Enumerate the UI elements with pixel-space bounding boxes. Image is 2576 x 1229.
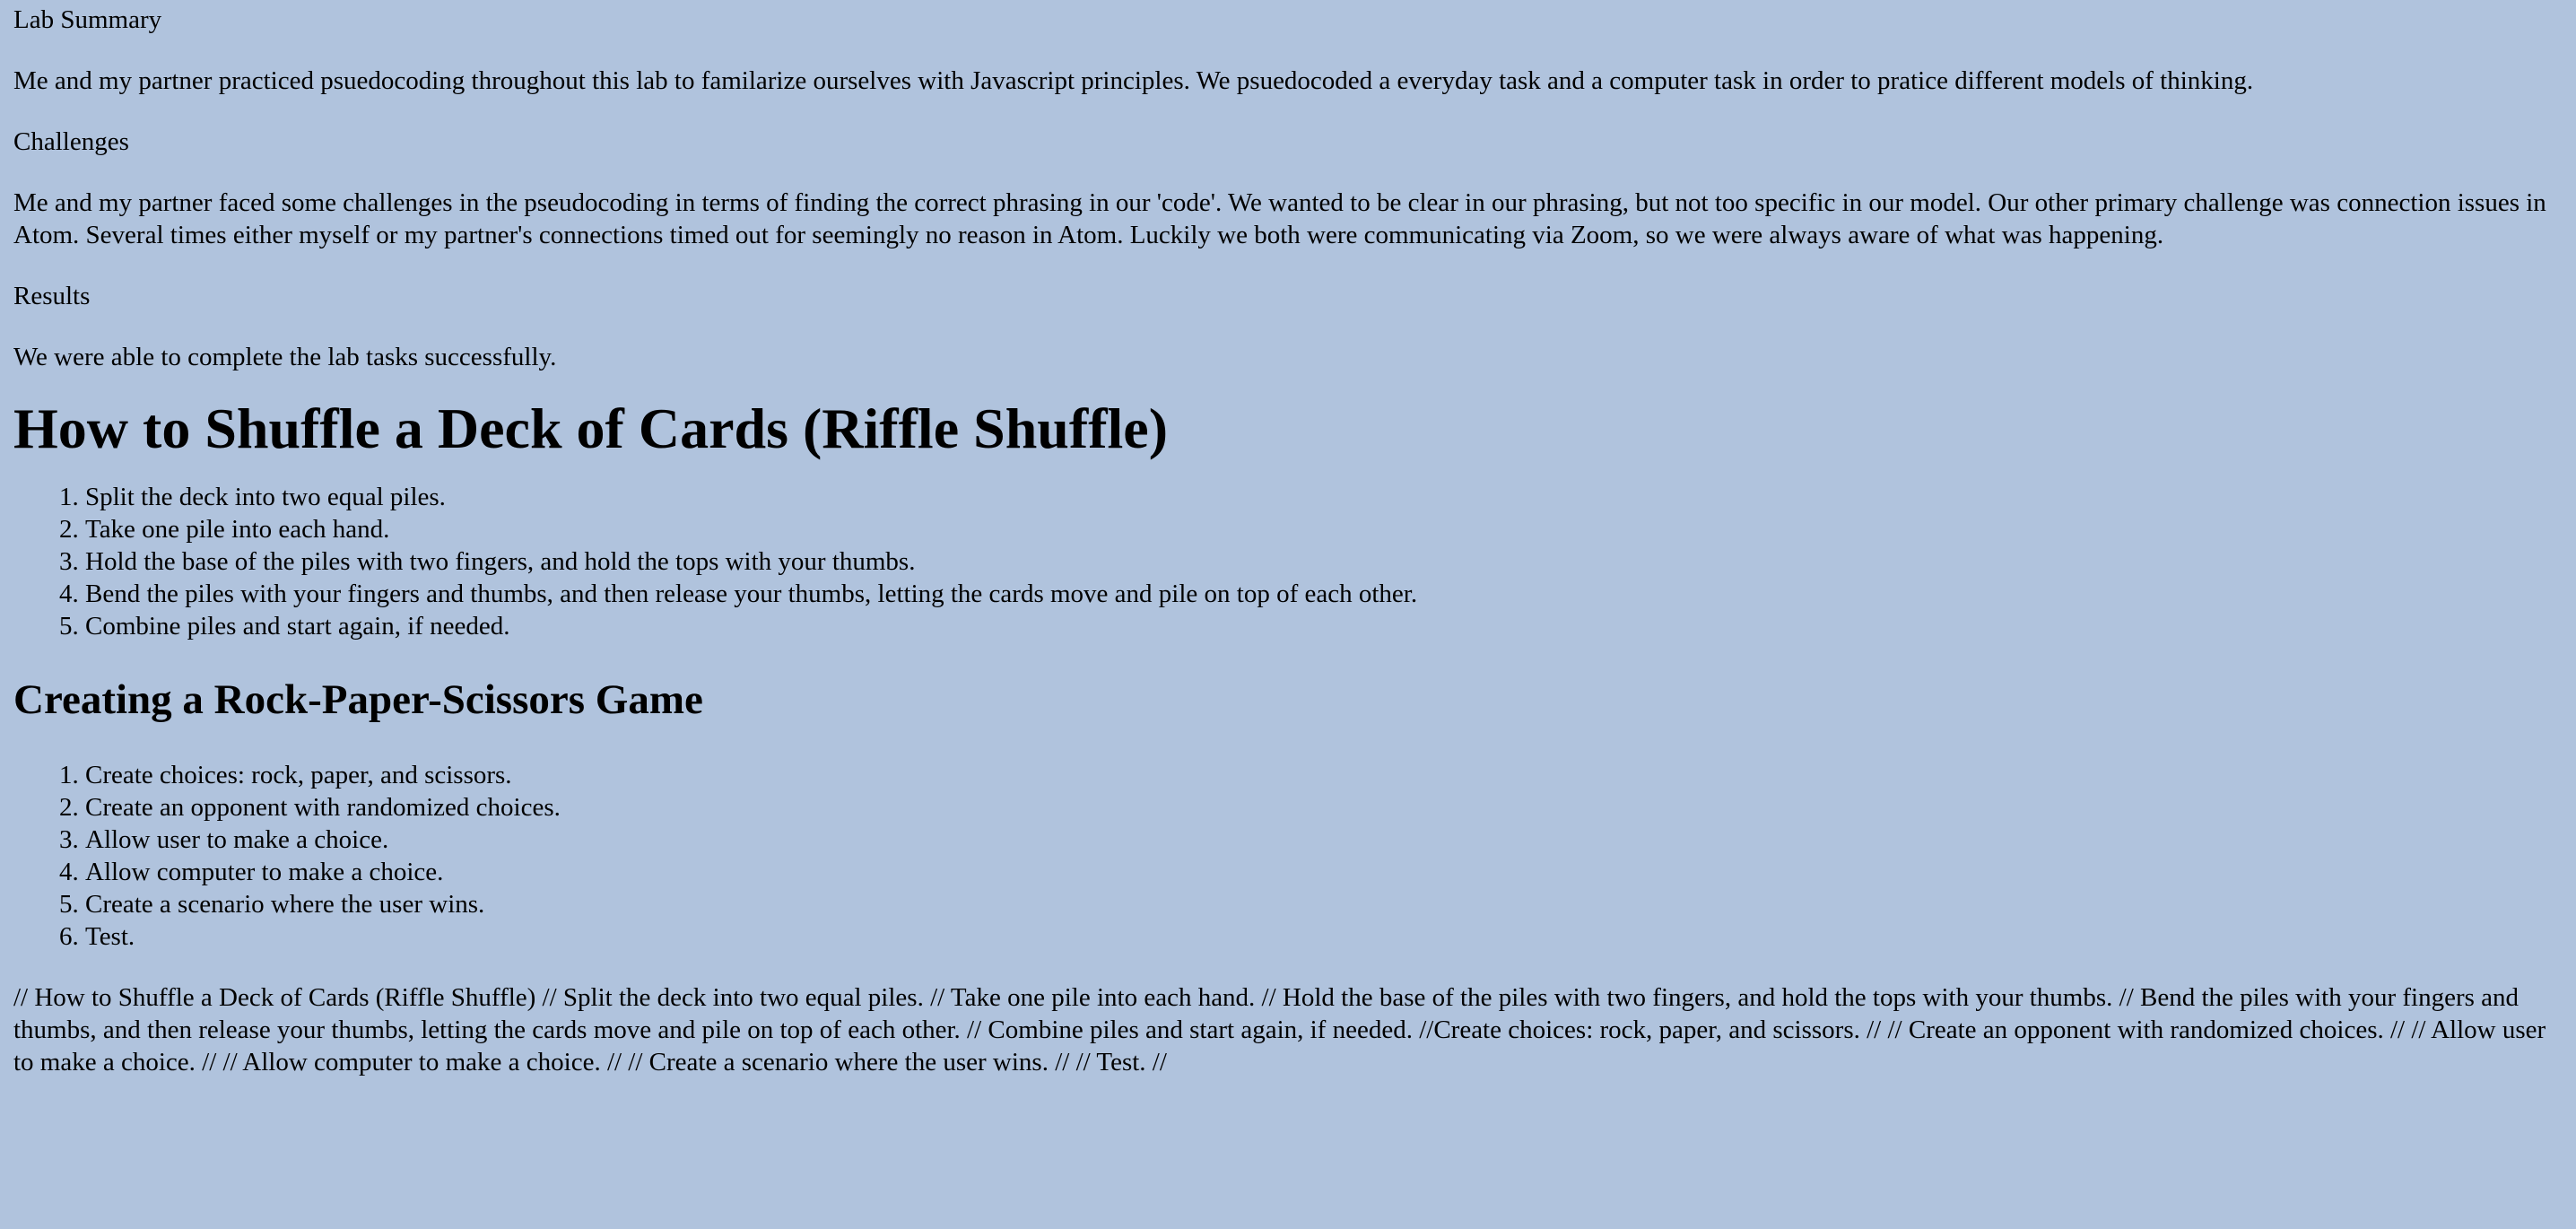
lab-summary-text: Me and my partner practiced psuedocoding… <box>13 66 2254 95</box>
list-item: Create choices: rock, paper, and scissor… <box>85 759 2572 791</box>
list-item: Allow computer to make a choice. <box>85 856 2572 888</box>
challenges-text: Me and my partner faced some challenges … <box>13 188 2546 249</box>
challenges-title: Challenges <box>13 127 129 156</box>
results-title: Results <box>13 282 91 310</box>
list-item: Combine piles and start again, if needed… <box>85 610 2572 642</box>
list-item: Test. <box>85 920 2572 953</box>
list-item: Bend the piles with your fingers and thu… <box>85 578 2572 610</box>
list-item: Create a scenario where the user wins. <box>85 888 2572 920</box>
pseudocode-comments: // How to Shuffle a Deck of Cards (Riffl… <box>13 983 2546 1076</box>
list-item: Create an opponent with randomized choic… <box>85 791 2572 824</box>
list-item: Split the deck into two equal piles. <box>85 481 2572 513</box>
rps-steps-list: Create choices: rock, paper, and scissor… <box>13 759 2572 953</box>
shuffle-steps-list: Split the deck into two equal piles. Tak… <box>13 481 2572 642</box>
lab-summary-title: Lab Summary <box>13 5 162 34</box>
document-body: Lab Summary Me and my partner practiced … <box>13 0 2572 1078</box>
list-item: Take one pile into each hand. <box>85 513 2572 545</box>
rps-heading: Creating a Rock-Paper-Scissors Game <box>13 676 703 723</box>
list-item: Hold the base of the piles with two fing… <box>85 545 2572 578</box>
shuffle-heading: How to Shuffle a Deck of Cards (Riffle S… <box>13 397 1168 460</box>
results-text: We were able to complete the lab tasks s… <box>13 343 557 371</box>
list-item: Allow user to make a choice. <box>85 824 2572 856</box>
